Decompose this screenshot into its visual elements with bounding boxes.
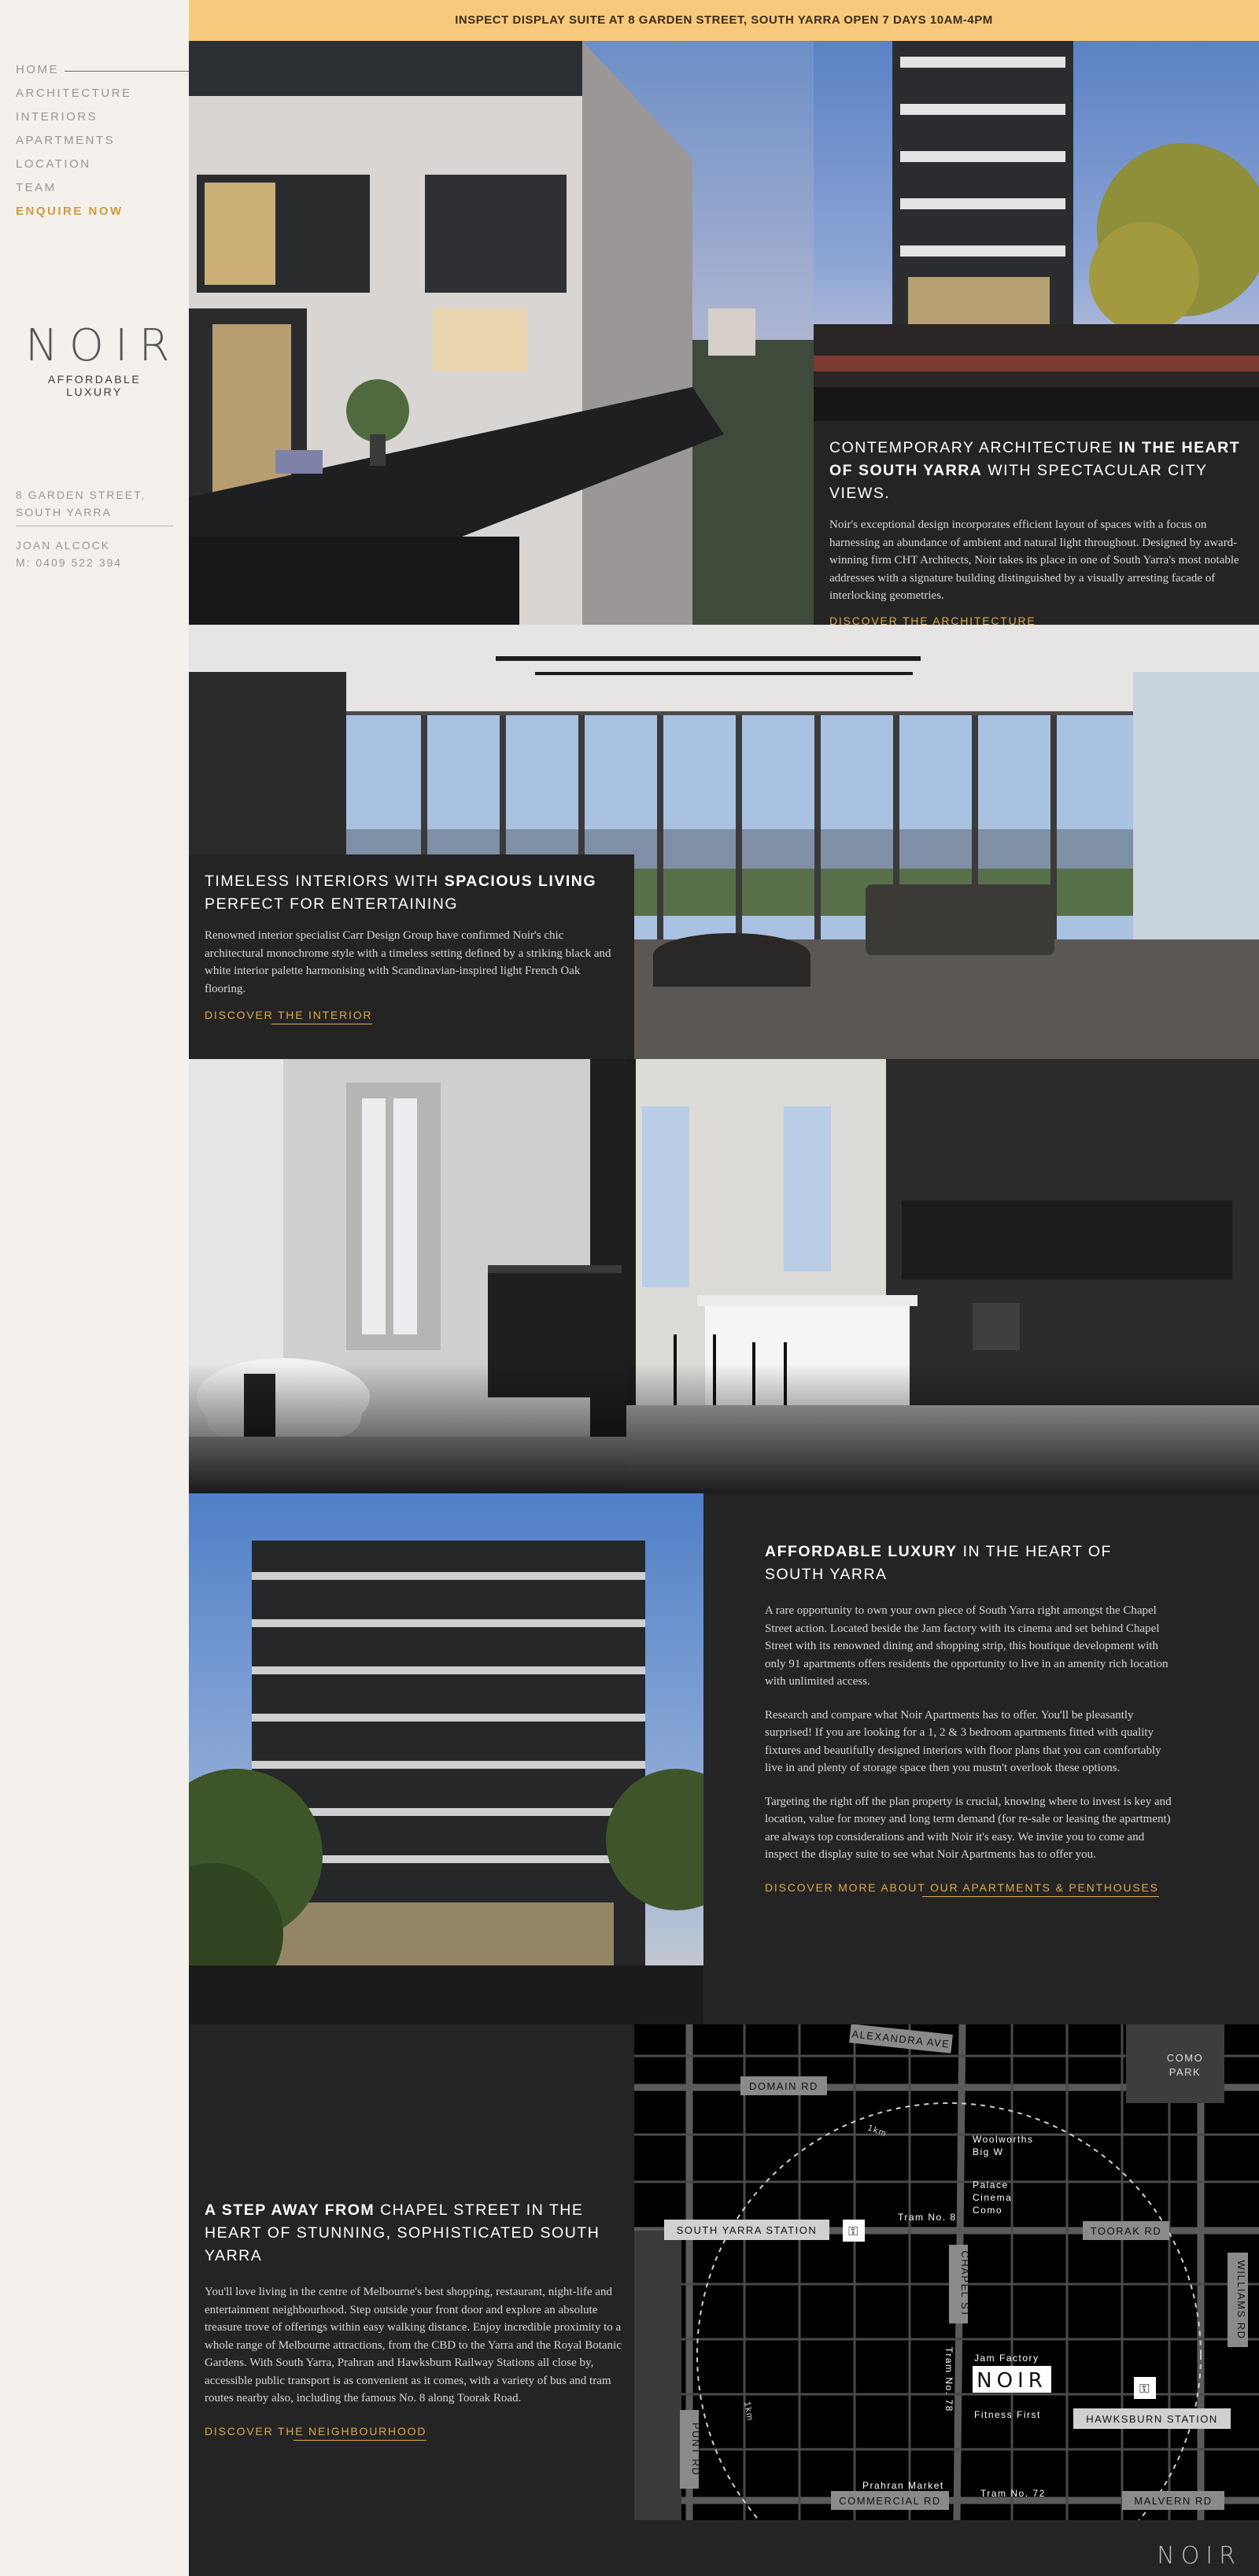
map-label-cinema: Cinema [973,2192,1012,2203]
discover-apartments-link[interactable]: DISCOVER MORE ABOUT OUR APARTMENTS & PEN… [765,1881,1159,1897]
architecture-panel: CONTEMPORARY ARCHITECTURE IN THE HEART O… [814,421,1259,630]
heading-text: TIMELESS INTERIORS WITH [205,873,445,890]
heading-bold-text: A STEP AWAY FROM [205,2201,375,2219]
train-icon: ⚿ [1139,2382,1150,2396]
apartments-panel: AFFORDABLE LUXURY IN THE HEART OF SOUTH … [703,1493,1259,2024]
kitchen-image [626,1059,1259,1493]
interiors-body: Renowned interior specialist Carr Design… [205,929,611,995]
heading-bold-text: SPACIOUS LIVING [444,873,597,890]
brand-logo[interactable]: NOIR AFFORDABLE LUXURY [17,320,181,399]
nav-item-apartments[interactable]: APARTMENTS [16,134,132,157]
footer: NOIR [634,2520,1259,2576]
logo-wordmark: NOIR [25,320,181,371]
contact-phone[interactable]: M: 0409 522 394 [16,554,122,571]
apartments-heading: AFFORDABLE LUXURY IN THE HEART OF SOUTH … [765,1541,1174,1586]
heading-text: PERFECT FOR ENTERTAINING [205,895,459,913]
map-label-bigw: Big W [973,2146,1004,2157]
interiors-heading: TIMELESS INTERIORS WITH SPACIOUS LIVING … [205,870,622,916]
heading-text: CONTEMPORARY ARCHITECTURE [829,439,1119,456]
location-heading: A STEP AWAY FROM CHAPEL STREET IN THE HE… [205,2199,622,2268]
map-label-como-park-2: PARK [1169,2066,1201,2078]
map-label-fitness-first: Fitness First [974,2409,1041,2420]
architecture-balcony-image [189,41,814,625]
map-label-tram-8: Tram No. 8 [898,2212,957,2223]
nav-item-team[interactable]: TEAM [16,181,132,205]
map-label-malvern-rd: MALVERN RD [1134,2495,1212,2507]
active-nav-indicator [65,71,189,72]
apartments-paragraph-1: A rare opportunity to own your own piece… [765,1604,1169,1688]
address-line-2: SOUTH YARRA [16,506,112,519]
footer-logo[interactable]: NOIR [1157,2542,1242,2570]
bathroom-image [189,1059,626,1493]
map-label-jam-factory: Jam Factory [974,2353,1039,2364]
map-label-como-park-1: COMO [1167,2052,1203,2064]
main-nav: HOME ARCHITECTURE INTERIORS APARTMENTS L… [16,63,132,228]
address-line-1: 8 GARDEN STREET, [16,489,146,501]
map-label-toorak-rd: TOORAK RD [1091,2225,1162,2237]
location-map[interactable]: ALEXANDRA AVE DOMAIN RD COMO PARK SOUTH … [634,2024,1259,2520]
map-label-woolworths: Woolworths [973,2134,1033,2145]
map-label-chapel-st: CHAPEL ST [959,2250,971,2317]
map-label-prahran-market: Prahran Market [862,2480,944,2491]
nav-item-interiors[interactable]: INTERIORS [16,110,132,134]
map-label-tram-78: Tram No. 78 [943,2347,954,2412]
map-label-hawksburn-station: HAWKSBURN STATION [1086,2413,1218,2425]
location-body: You'll love living in the centre of Melb… [205,2286,622,2404]
logo-tagline: AFFORDABLE LUXURY [47,373,142,398]
nav-item-location[interactable]: LOCATION [16,157,132,181]
enquire-now-link[interactable]: ENQUIRE NOW [16,205,132,228]
contact: JOAN ALCOCK M: 0409 522 394 [16,537,122,571]
map-label-como: Como [973,2205,1002,2216]
apartments-building-image [189,1493,703,2024]
map-label-williams-rd: WILLIAMS RD [1235,2260,1247,2339]
discover-neighbourhood-link[interactable]: DISCOVER THE NEIGHBOURHOOD [205,2425,427,2441]
nav-item-architecture[interactable]: ARCHITECTURE [16,87,132,110]
contact-name: JOAN ALCOCK [16,539,111,552]
map-label-south-yarra-station: SOUTH YARRA STATION [677,2224,818,2236]
address: 8 GARDEN STREET, SOUTH YARRA [16,486,173,521]
map-label-tram-72: Tram No. 72 [980,2488,1046,2499]
map-label-punt-rd: PUNT RD [690,2423,702,2476]
map-label-commercial-rd: COMMERCIAL RD [839,2495,941,2507]
discover-interior-link[interactable]: DISCOVER THE INTERIOR [205,1009,373,1024]
architecture-street-image [814,41,1259,421]
architecture-heading: CONTEMPORARY ARCHITECTURE IN THE HEART O… [829,437,1246,505]
heading-bold-text: AFFORDABLE LUXURY [765,1543,958,1560]
map-label-palace: Palace [973,2179,1009,2190]
apartments-paragraph-3: Targeting the right off the plan propert… [765,1795,1172,1862]
interiors-panel: TIMELESS INTERIORS WITH SPACIOUS LIVING … [189,854,634,1059]
location-panel: A STEP AWAY FROM CHAPEL STREET IN THE HE… [189,2024,634,2576]
map-label-domain-rd: DOMAIN RD [749,2080,818,2092]
apartments-paragraph-2: Research and compare what Noir Apartment… [765,1708,1161,1775]
display-suite-banner: INSPECT DISPLAY SUITE AT 8 GARDEN STREET… [189,0,1259,41]
architecture-body: Noir's exceptional design incorporates e… [829,519,1239,602]
nav-item-home[interactable]: HOME [16,63,132,87]
train-icon: ⚿ [848,2225,859,2238]
sidebar: HOME ARCHITECTURE INTERIORS APARTMENTS L… [0,0,189,2576]
map-noir-marker: NOIR [977,2369,1047,2393]
